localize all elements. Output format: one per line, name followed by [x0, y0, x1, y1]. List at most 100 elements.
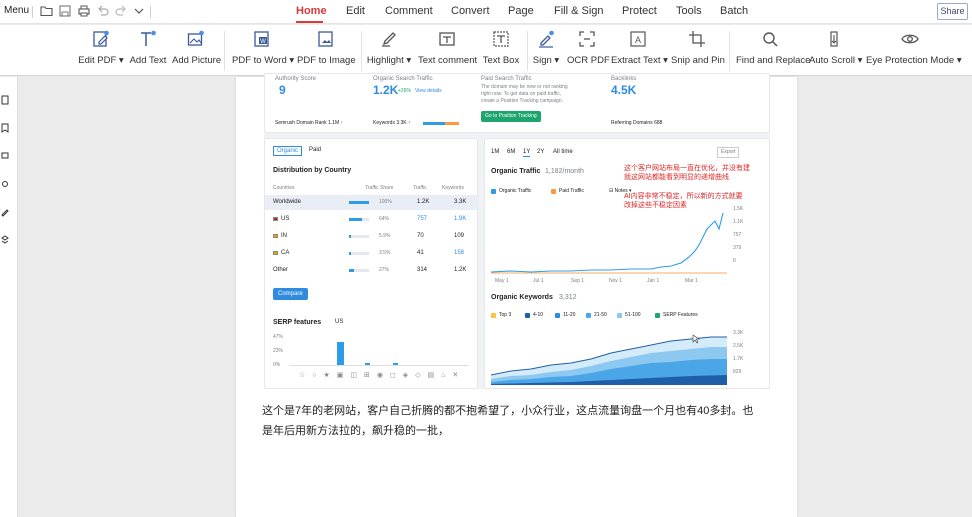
sign-label: Sign ▾ [532, 55, 560, 66]
redo-icon[interactable] [114, 4, 128, 18]
position-tracking-button[interactable]: Go to Position Tracking [481, 111, 541, 122]
traffic-share-fill [349, 252, 351, 255]
svg-text:A: A [635, 35, 641, 45]
country-name: US [281, 216, 290, 222]
checkbox[interactable] [491, 313, 496, 318]
export-button[interactable]: Export [717, 147, 740, 158]
snip-pin-label: Snip and Pin [671, 55, 725, 66]
y-tick-label: 1.5K [733, 206, 744, 212]
ocr-pdf-label: OCR PDF [567, 55, 610, 66]
add-text-button[interactable]: Add Text [127, 29, 169, 73]
authority-score-label: Authority Score [275, 76, 317, 82]
pdf-to-word-button[interactable]: W PDF to Word ▾ [232, 29, 294, 73]
extract-text-button[interactable]: A Extract Text ▾ [611, 29, 668, 73]
auto-scroll-button[interactable]: Auto Scroll ▾ [809, 29, 862, 73]
comment-panel-icon[interactable] [1, 151, 9, 161]
organic-toggle[interactable]: Organic [273, 146, 303, 156]
annotation-note: 这个客户网站布局一直在优化，并没有建 [624, 165, 750, 172]
checkbox[interactable] [617, 313, 622, 318]
add-text-icon [138, 29, 158, 49]
menu-button[interactable]: Menu [4, 5, 29, 16]
keywords-value: 158 [454, 250, 465, 256]
tab-tools[interactable]: Tools [676, 5, 702, 17]
tab-fill-sign[interactable]: Fill & Sign [554, 5, 604, 17]
thumbnail-icon[interactable] [1, 95, 9, 105]
checkbox[interactable] [655, 313, 660, 318]
legend-item: 51-100 [625, 312, 641, 318]
checkbox[interactable] [555, 313, 560, 318]
paragraph-line: 这个是7年的老网站，客户自己折腾的都不抱希望了，小众行业，这点流量询盘一个月也有… [262, 405, 754, 417]
eye-protection-label: Eye Protection Mode ▾ [866, 55, 962, 66]
checkbox[interactable] [586, 313, 591, 318]
extract-text-icon: A [628, 29, 648, 49]
divider [361, 31, 362, 71]
signature-panel-icon[interactable] [1, 207, 9, 217]
period-tab[interactable]: 2Y [537, 149, 544, 155]
table-row: IN 5.9% 70 109 [265, 233, 479, 245]
undo-icon[interactable] [96, 4, 110, 18]
find-replace-label: Find and Replace [736, 55, 811, 66]
chevron-down-icon[interactable] [132, 4, 146, 18]
tab-home[interactable]: Home [296, 5, 327, 17]
add-picture-button[interactable]: Add Picture [172, 29, 221, 73]
highlight-button[interactable]: Highlight ▾ [366, 29, 412, 73]
keywords-value: 3.3K [454, 199, 467, 205]
y-tick-label: 829 [733, 369, 742, 375]
compare-button[interactable]: Compare [273, 288, 308, 300]
legend-item: Top 3 [499, 312, 512, 318]
distribution-card: Organic Paid Distribution by Country Cou… [264, 138, 479, 389]
serp-title: SERP features [273, 319, 322, 326]
add-text-label: Add Text [129, 55, 167, 66]
find-replace-button[interactable]: Find and Replace [736, 29, 811, 73]
traffic-value: 1.2K [417, 199, 430, 205]
highlight-icon [379, 29, 399, 49]
text-comment-icon [437, 29, 457, 49]
traffic-share-value: 3.5% [379, 250, 391, 256]
y-tick-label: 1.1K [733, 219, 744, 225]
paid-toggle[interactable]: Paid [309, 147, 321, 153]
layers-icon[interactable] [1, 235, 9, 245]
period-tab[interactable]: All time [553, 149, 573, 155]
serp-feature-icons: ☆○★▣◫⊞◉◻◈◇▤⌂✕ [299, 372, 466, 379]
edit-pdf-button[interactable]: Edit PDF ▾ [78, 29, 124, 73]
checkbox[interactable] [551, 189, 556, 194]
open-folder-icon[interactable] [40, 4, 54, 18]
share-button[interactable]: Share [937, 3, 968, 20]
snip-pin-button[interactable]: Snip and Pin [671, 29, 725, 73]
tab-convert[interactable]: Convert [451, 5, 490, 17]
print-icon[interactable] [77, 4, 91, 18]
serp-tick: 23% [273, 348, 284, 354]
tab-comment[interactable]: Comment [385, 5, 433, 17]
paid-text: The domain may be new or not ranking [481, 84, 568, 90]
y-tick-label: 1.7K [733, 356, 744, 362]
pdf-to-image-button[interactable]: PDF to Image [297, 29, 356, 73]
text-box-button[interactable]: Text Box [481, 29, 521, 73]
ocr-pdf-button[interactable]: OCR PDF [567, 29, 610, 73]
legend-item: Organic Traffic [499, 188, 532, 194]
period-tab[interactable]: 6M [507, 149, 515, 155]
checkbox[interactable] [491, 189, 496, 194]
eye-protection-button[interactable]: Eye Protection Mode ▾ [866, 29, 962, 73]
column-header: Keywords [442, 185, 464, 191]
tab-page[interactable]: Page [508, 5, 534, 17]
attachment-icon[interactable] [1, 179, 9, 189]
view-details-link[interactable]: View details [415, 89, 442, 94]
text-box-label: Text Box [482, 55, 520, 66]
period-tab[interactable]: 1Y [523, 149, 531, 157]
bookmark-icon[interactable] [1, 123, 9, 133]
referring-domains: Referring Domains 688 [611, 120, 663, 126]
tab-protect[interactable]: Protect [622, 5, 657, 17]
checkbox[interactable] [525, 313, 530, 318]
tab-edit[interactable]: Edit [346, 5, 365, 17]
organic-traffic-value: 1,182/month [545, 168, 584, 175]
edit-pdf-label: Edit PDF ▾ [78, 55, 124, 66]
x-tick-label: Mar 1 [685, 278, 698, 284]
period-tab[interactable]: 1M [491, 149, 499, 155]
ocr-icon [577, 29, 597, 49]
save-icon[interactable] [58, 4, 72, 18]
organic-search-value: 1.2K [373, 83, 399, 97]
tab-batch[interactable]: Batch [720, 5, 748, 17]
country-name: Worldwide [273, 199, 301, 205]
text-comment-button[interactable]: Text comment [418, 29, 477, 73]
sign-button[interactable]: Sign ▾ [530, 29, 562, 73]
